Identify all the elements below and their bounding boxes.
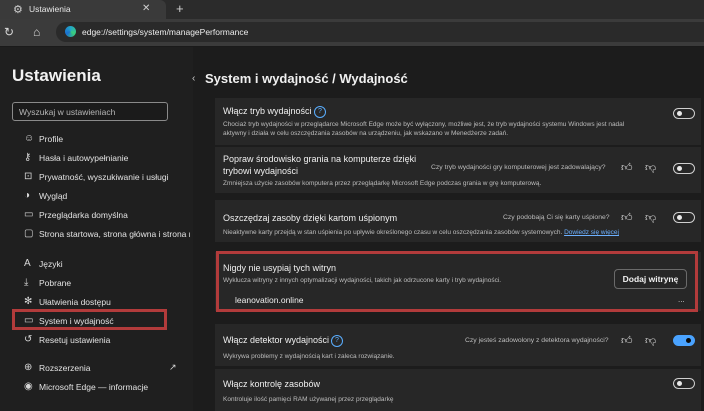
sidebar-item-privacy[interactable]: ⊡ Prywatność, wyszukiwanie i usługi: [20, 171, 190, 185]
download-icon: ⤓: [24, 277, 29, 288]
sidebar-item-about[interactable]: ◉ Microsoft Edge — informacje: [20, 381, 190, 395]
sidebar-item-downloads[interactable]: ⤓ Pobrane: [20, 277, 190, 291]
tab-title: Ustawienia: [29, 4, 71, 14]
page-title: System i wydajność / Wydajność: [205, 71, 408, 86]
sidebar-item-default-browser[interactable]: ▭ Przeglądarka domyślna: [20, 209, 190, 223]
extensions-icon: ⊕: [24, 362, 33, 373]
efficiency-mode-title: Włącz tryb wydajności: [223, 106, 312, 116]
highlight-box-sidebar: [12, 309, 167, 330]
detector-feedback: Czy jesteś zadowolony z detektora wydajn…: [465, 337, 609, 344]
efficiency-mode-desc-1: Chociaż tryb wydajności w przeglądarce M…: [223, 121, 625, 128]
thumbs-down-icon[interactable]: 👎︎: [645, 334, 656, 347]
lock-icon: ⊡: [24, 171, 33, 182]
gaming-feedback: Czy tryb wydajności gry komputerowej jes…: [431, 164, 606, 171]
resource-desc: Kontroluje ilość pamięci RAM używanej pr…: [223, 396, 394, 403]
browser-icon: ▭: [24, 209, 34, 220]
url-text[interactable]: edge://settings/system/managePerformance: [82, 27, 248, 37]
tab-settings[interactable]: ⚙ Ustawienia ✕: [0, 0, 166, 19]
sidebar-item-label: Ułatwienia dostępu: [39, 297, 111, 307]
sleeping-tabs-title: Oszczędzaj zasoby dzięki kartom uśpionym: [223, 213, 398, 223]
sidebar-item-extensions[interactable]: ⊕ Rozszerzenia ↗: [20, 362, 190, 376]
sidebar-item-label: Resetuj ustawienia: [39, 335, 111, 345]
efficiency-mode-toggle[interactable]: [673, 108, 695, 119]
gear-icon: ⚙: [13, 4, 23, 16]
performance-detector-card: Włącz detektor wydajności ? Wykrywa prob…: [215, 324, 701, 366]
language-icon: A: [24, 258, 31, 269]
chevron-left-icon[interactable]: ‹: [192, 73, 195, 84]
sidebar-item-label: Prywatność, wyszukiwanie i usługi: [39, 172, 169, 182]
detector-desc: Wykrywa problemy z wydajnością kart i za…: [223, 353, 395, 360]
sleeping-tabs-desc: Nieaktywne karty przejdą w stan uśpienia…: [223, 228, 619, 237]
tab-strip: ⚙ Ustawienia ✕ +: [0, 0, 704, 19]
sidebar-item-profile[interactable]: ☺ Profile: [20, 133, 190, 147]
settings-content: ‹ System i wydajność / Wydajność Włącz t…: [192, 47, 704, 411]
address-bar[interactable]: edge://settings/system/managePerformance: [56, 22, 704, 42]
sidebar-item-label: Rozszerzenia: [39, 363, 91, 373]
help-icon[interactable]: ?: [331, 335, 343, 347]
sidebar-item-appearance[interactable]: ◑ Wygląd: [20, 190, 190, 204]
sleeping-tabs-toggle[interactable]: [673, 212, 695, 223]
external-link-icon: ↗: [169, 362, 177, 372]
sleeping-feedback: Czy podobają Ci się karty uśpione?: [503, 214, 610, 221]
new-tab-icon[interactable]: +: [176, 1, 184, 16]
sidebar-item-start-page[interactable]: ▢ Strona startowa, strona główna i stron…: [20, 228, 190, 242]
profile-icon: ☺: [24, 133, 35, 144]
refresh-icon[interactable]: ↻: [4, 25, 14, 39]
reset-icon: ↺: [24, 334, 33, 345]
efficiency-mode-desc-2: aktywny i działa w celu oszczędzania zas…: [223, 130, 509, 137]
highlight-box-card: [216, 251, 698, 312]
search-input[interactable]: Wyszukaj w ustawieniach: [12, 102, 168, 121]
sleeping-tabs-card: Oszczędzaj zasoby dzięki kartom uśpionym…: [215, 200, 701, 242]
learn-more-link[interactable]: Dowiedz się więcej: [564, 229, 619, 236]
resource-controls-card: Włącz kontrolę zasobów Kontroluje ilość …: [215, 369, 701, 411]
thumbs-down-icon[interactable]: 👎︎: [645, 211, 656, 224]
edge-icon: [65, 26, 76, 37]
sidebar-item-languages[interactable]: A Języki: [20, 258, 190, 272]
sidebar-title: Ustawienia: [12, 66, 101, 85]
gaming-title-2: trybowi wydajności: [223, 166, 299, 176]
thumbs-down-icon[interactable]: 👎︎: [645, 161, 656, 174]
key-icon: ⚷: [24, 152, 32, 163]
sidebar-item-label: Przeglądarka domyślna: [39, 210, 128, 220]
sidebar-item-reset[interactable]: ↺ Resetuj ustawienia: [20, 334, 190, 348]
home-icon: ▢: [24, 228, 34, 239]
sidebar-item-label: Wygląd: [39, 191, 68, 201]
navigation-bar: ↻ ⌂ edge://settings/system/managePerform…: [0, 19, 704, 47]
appearance-icon: ◑: [24, 190, 31, 201]
thumbs-up-icon[interactable]: 👍︎: [621, 211, 633, 224]
sidebar-item-label: Hasła i autowypełnianie: [39, 153, 129, 163]
detector-title: Włącz detektor wydajności: [223, 335, 330, 345]
accessibility-icon: ✻: [24, 296, 33, 307]
sidebar-item-label: Profile: [39, 134, 64, 144]
thumbs-up-icon[interactable]: 👍︎: [621, 334, 633, 347]
home-icon[interactable]: ⌂: [33, 25, 40, 39]
sidebar-item-label: Microsoft Edge — informacje: [39, 382, 149, 392]
detector-toggle[interactable]: [673, 335, 695, 346]
resource-title: Włącz kontrolę zasobów: [223, 379, 321, 389]
sidebar-item-passwords[interactable]: ⚷ Hasła i autowypełnianie: [20, 152, 190, 166]
sidebar-item-accessibility[interactable]: ✻ Ułatwienia dostępu: [20, 296, 190, 310]
sidebar-item-label: Strona startowa, strona główna i strona …: [39, 229, 190, 239]
sidebar-item-label: Pobrane: [39, 278, 72, 288]
thumbs-up-icon[interactable]: 👍︎: [621, 161, 633, 174]
close-icon[interactable]: ✕: [142, 3, 150, 14]
efficiency-mode-card: Włącz tryb wydajności ? Chociaż tryb wyd…: [215, 98, 701, 145]
resource-toggle[interactable]: [673, 378, 695, 389]
gaming-desc: Zmniejsza użycie zasobów komputera przez…: [223, 180, 542, 187]
gaming-title-1: Popraw środowisko grania na komputerze d…: [223, 154, 417, 164]
sidebar-item-label: Języki: [39, 259, 63, 269]
gaming-toggle[interactable]: [673, 163, 695, 174]
edge-icon: ◉: [24, 381, 33, 392]
sleeping-tabs-desc-text: Nieaktywne karty przejdą w stan uśpienia…: [223, 229, 563, 236]
search-placeholder: Wyszukaj w ustawieniach: [19, 107, 116, 117]
gaming-performance-card: Popraw środowisko grania na komputerze d…: [215, 147, 701, 193]
help-icon[interactable]: ?: [314, 106, 326, 118]
settings-sidebar: Ustawienia Wyszukaj w ustawieniach ☺ Pro…: [0, 47, 193, 411]
